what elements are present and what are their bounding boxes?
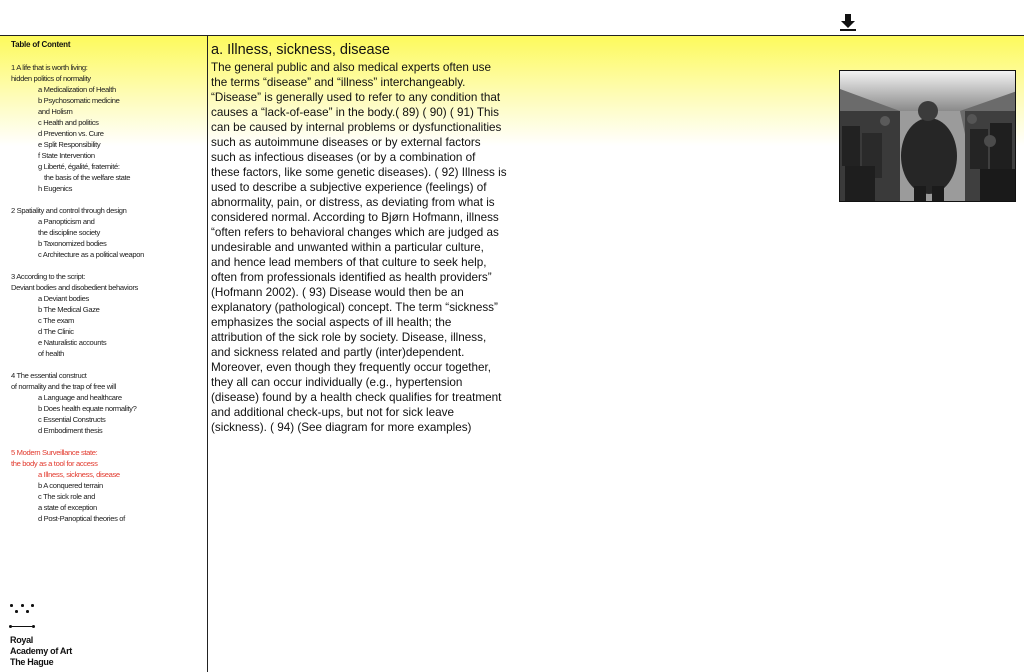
toc-item[interactable]: a Medicalization of Health — [11, 84, 203, 95]
article-body: The general public and also medical expe… — [211, 60, 531, 435]
article-line: they all can occur individually (e.g., h… — [211, 376, 463, 389]
article-line: The general public and also medical expe… — [211, 61, 492, 74]
toc-item[interactable]: a Illness, sickness, disease — [11, 469, 203, 480]
toc-chapter[interactable]: hidden politics of normality — [11, 73, 203, 84]
toc-chapter[interactable]: Deviant bodies and disobedient behaviors — [11, 282, 203, 293]
download-icon[interactable] — [838, 12, 858, 32]
article-line: “Disease” is generally used to refer to … — [211, 91, 501, 104]
toc-item[interactable]: b Psychosomatic medicine — [11, 95, 203, 106]
article: a. Illness, sickness, disease The genera… — [211, 40, 531, 435]
toc-item[interactable]: b Does health equate normality? — [11, 403, 203, 414]
article-line: often from professionals identified as h… — [211, 271, 492, 284]
toc-chapter[interactable]: 1 A life that is worth living: — [11, 62, 203, 73]
toc-item[interactable]: b The Medical Gaze — [11, 304, 203, 315]
toc-item[interactable]: e Split Responsibility — [11, 139, 203, 150]
toc-item[interactable]: e Naturalistic accounts — [11, 337, 203, 348]
article-line: these factors, like some genetic disease… — [211, 166, 507, 179]
table-of-contents: 1 A life that is worth living: hidden pol… — [11, 62, 203, 524]
toc-item[interactable]: f State Intervention — [11, 150, 203, 161]
article-line: and additional check-ups, but not for si… — [211, 406, 454, 419]
article-line: considered normal. According to Bjørn Ho… — [211, 211, 499, 224]
toc-chapter[interactable]: of normality and the trap of free will — [11, 381, 203, 392]
toc-item[interactable]: b A conquered terrain — [11, 480, 203, 491]
toc-chapter[interactable]: the body as a tool for access — [11, 458, 203, 469]
article-line: such as autoimmune diseases or by extern… — [211, 136, 481, 149]
toc-chapter[interactable]: 3 According to the script: — [11, 271, 203, 282]
toc-item[interactable]: a Language and healthcare — [11, 392, 203, 403]
article-line: “often refers to behavioral changes whic… — [211, 226, 499, 239]
toc-item[interactable]: a state of exception — [11, 502, 203, 513]
toc-item[interactable]: g Liberté, égalité, fraternité: — [11, 161, 203, 172]
toc-item[interactable]: b Taxonomized bodies — [11, 238, 203, 249]
toc-item[interactable]: a Deviant bodies — [11, 293, 203, 304]
article-line: explanatory (pathological) concept. The … — [211, 301, 498, 314]
top-bar — [0, 0, 1024, 36]
article-line: the terms “disease” and “illness” interc… — [211, 76, 466, 89]
toc-item[interactable]: c Architecture as a political weapon — [11, 249, 203, 260]
toc-title: Table of Content — [11, 40, 71, 49]
toc-item[interactable]: c The exam — [11, 315, 203, 326]
logo-mark — [10, 604, 90, 616]
article-line: and hence lead members of that culture t… — [211, 256, 487, 269]
toc-item[interactable]: d Prevention vs. Cure — [11, 128, 203, 139]
logo-name: Royal Academy of Art The Hague — [10, 635, 72, 667]
article-line: such as infectious diseases (or by a com… — [211, 151, 476, 164]
toc-item[interactable]: c The sick role and — [11, 491, 203, 502]
article-line: (Hofmann 2002). ( 93) Disease would then… — [211, 286, 464, 299]
toc-item[interactable]: c Essential Constructs — [11, 414, 203, 425]
toc-chapter[interactable]: 4 The essential construct — [11, 370, 203, 381]
toc-item[interactable]: h Eugenics — [11, 183, 203, 194]
article-line: abnormality, pain, or distress, as devia… — [211, 196, 495, 209]
airplane-cabin-photo — [839, 70, 1016, 202]
article-line: attribution of the sick role by society.… — [211, 331, 487, 344]
toc-item[interactable]: the basis of the welfare state — [11, 172, 203, 183]
toc-item[interactable]: and Holism — [11, 106, 203, 117]
article-heading: a. Illness, sickness, disease — [211, 42, 390, 58]
toc-chapter[interactable]: 2 Spatiality and control through design — [11, 205, 203, 216]
academy-logo[interactable]: Royal Academy of Art The Hague — [9, 604, 90, 667]
article-line: used to describe a subjective experience… — [211, 181, 487, 194]
article-line: undesirable and unwanted within a partic… — [211, 241, 484, 254]
sidebar: Table of Content 1 A life that is worth … — [0, 36, 208, 672]
article-line: emphasizes the social aspects of ill hea… — [211, 316, 452, 329]
toc-item[interactable]: d Post-Panoptical theories of — [11, 513, 203, 524]
article-line: (disease) found by a health check qualif… — [211, 391, 502, 404]
article-line: can be caused by internal problems or dy… — [211, 121, 502, 134]
article-line: causes a “lack-of-ease” in the body.( 89… — [211, 106, 499, 119]
toc-item[interactable]: d Embodiment thesis — [11, 425, 203, 436]
toc-item[interactable]: d The Clinic — [11, 326, 203, 337]
toc-item[interactable]: the discipline society — [11, 227, 203, 238]
article-line: (sickness). ( 94) (See diagram for more … — [211, 421, 472, 434]
toc-item[interactable]: of health — [11, 348, 203, 359]
article-line: and sickness related and partly (inter)d… — [211, 346, 465, 359]
toc-item[interactable]: a Panopticism and — [11, 216, 203, 227]
toc-chapter[interactable]: 5 Modern Surveillance state: — [11, 447, 203, 458]
toc-item[interactable]: c Health and politics — [11, 117, 203, 128]
article-line: Moreover, even though they frequently oc… — [211, 361, 492, 374]
